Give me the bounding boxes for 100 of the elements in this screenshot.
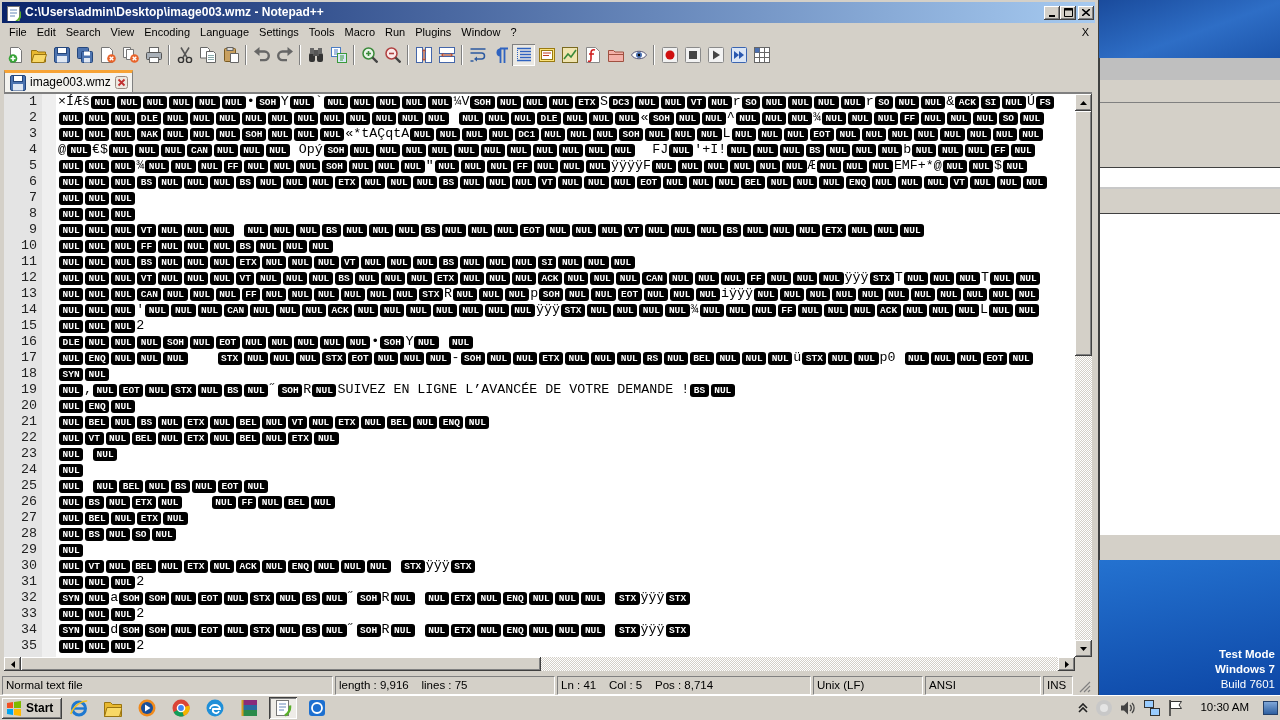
menu-item[interactable]: Edit: [31, 25, 61, 40]
control-char: NUL: [143, 95, 168, 109]
menu-item[interactable]: Run: [380, 25, 411, 40]
record-icon: [661, 47, 678, 63]
control-char: NUL: [59, 431, 84, 445]
control-char: NUL: [522, 95, 547, 109]
control-char: NUL: [360, 415, 385, 429]
indent-guide-button[interactable]: [512, 44, 535, 66]
menu-item[interactable]: Encoding: [139, 25, 196, 40]
control-char: NUL: [559, 159, 584, 173]
binary-text: Opý: [297, 142, 323, 158]
control-char: NUL: [111, 415, 136, 429]
control-char: NUL: [486, 351, 511, 365]
close-icon[interactable]: [114, 76, 128, 89]
control-char: NUL: [374, 351, 399, 365]
sync-horizontal-icon: [438, 47, 455, 63]
binary-text: Y: [280, 94, 289, 110]
scroll-left-button[interactable]: [4, 657, 21, 671]
binary-text: EMF+*@: [893, 158, 942, 174]
control-char: NUL: [533, 159, 558, 173]
control-char: NUL: [59, 287, 84, 301]
menu-item[interactable]: Language: [195, 25, 255, 40]
chevron-up-icon[interactable]: [1078, 703, 1089, 713]
control-char: ENQ: [439, 415, 464, 429]
control-char: NUL: [462, 127, 487, 141]
scroll-up-button[interactable]: [1075, 94, 1092, 111]
control-char: BEL: [131, 559, 156, 573]
menu-item[interactable]: Macro: [339, 25, 381, 40]
control-char: NUL: [511, 175, 536, 189]
control-char: NUL: [59, 495, 84, 509]
control-char: NUL: [209, 559, 235, 573]
menu-item[interactable]: Plugins: [410, 25, 457, 40]
control-char: NUL: [275, 623, 300, 637]
control-char: NUL: [302, 303, 327, 317]
control-char: CAN: [137, 287, 162, 301]
control-char: NUL: [59, 399, 84, 413]
control-char: STX: [450, 559, 475, 573]
control-char: NUL: [920, 111, 945, 125]
control-char: NUL: [643, 287, 668, 301]
scroll-down-button[interactable]: [1075, 640, 1092, 657]
control-char: NUL: [342, 223, 367, 237]
control-char: NUL: [390, 623, 415, 637]
start-button[interactable]: Start: [2, 697, 62, 719]
show-desktop-button[interactable]: [1263, 701, 1278, 715]
control-char: BEL: [85, 511, 110, 525]
close-button[interactable]: [1078, 5, 1094, 20]
scrollbar-thumb[interactable]: [21, 657, 541, 671]
control-char: NUL: [59, 255, 84, 269]
speaker-icon[interactable]: [1120, 700, 1137, 716]
control-char: NUL: [137, 351, 162, 365]
taskbar-button[interactable]: [269, 697, 297, 719]
close-document-button[interactable]: X: [1076, 25, 1094, 40]
binary-text: @: [58, 142, 66, 158]
control-char: NUL: [85, 239, 110, 253]
binary-text: ¾: [813, 110, 822, 126]
control-char: NUL: [727, 143, 752, 157]
maximize-button[interactable]: [1060, 5, 1076, 20]
control-char: NUL: [725, 303, 750, 317]
control-char: NUL: [145, 303, 170, 317]
scroll-right-button[interactable]: [1058, 657, 1075, 671]
control-char: NUL: [189, 127, 214, 141]
menu-item[interactable]: Window: [456, 25, 506, 40]
control-char: NUL: [992, 127, 1017, 141]
network-icon[interactable]: [1144, 700, 1161, 716]
control-char: BS: [223, 383, 243, 397]
file-tab[interactable]: image003.wmz: [4, 70, 133, 92]
menu-item[interactable]: ?: [505, 25, 522, 40]
control-char: VT: [236, 271, 255, 285]
control-char: NUL: [936, 287, 961, 301]
control-char: NUL: [966, 127, 991, 141]
control-char: NUL: [183, 255, 208, 269]
control-char: NUL: [506, 143, 531, 157]
minimize-button[interactable]: [1044, 5, 1060, 20]
control-char: NUL: [85, 591, 110, 605]
menu-item[interactable]: Tools: [303, 25, 340, 40]
control-char: NUL: [485, 271, 510, 285]
control-char: NUL: [566, 127, 591, 141]
flag-icon[interactable]: [1168, 700, 1183, 716]
menu-item[interactable]: Search: [60, 25, 106, 40]
menu-item[interactable]: Settings: [254, 25, 304, 40]
control-char: NUL: [671, 127, 696, 141]
control-char: NUL: [962, 287, 987, 301]
control-char: NUL: [858, 287, 883, 301]
control-char: NUL: [209, 175, 235, 189]
control-char: SO: [741, 95, 761, 109]
control-char: BS: [334, 271, 354, 285]
scrollbar-thumb[interactable]: [1075, 111, 1092, 356]
control-char: FF: [990, 143, 1010, 157]
line-number: 17: [20, 350, 38, 366]
resize-grip-icon[interactable]: [1079, 681, 1091, 693]
control-char: NUL: [209, 255, 235, 269]
menu-item[interactable]: View: [105, 25, 140, 40]
control-char: NUL: [145, 479, 170, 493]
control-char: NUL: [410, 127, 435, 141]
binary-text: d: [110, 622, 119, 638]
control-char: NUL: [613, 303, 638, 317]
line-number: 28: [20, 526, 38, 542]
control-char: NUL: [390, 591, 415, 605]
control-char: STX: [217, 351, 242, 365]
menu-item[interactable]: File: [4, 25, 32, 40]
